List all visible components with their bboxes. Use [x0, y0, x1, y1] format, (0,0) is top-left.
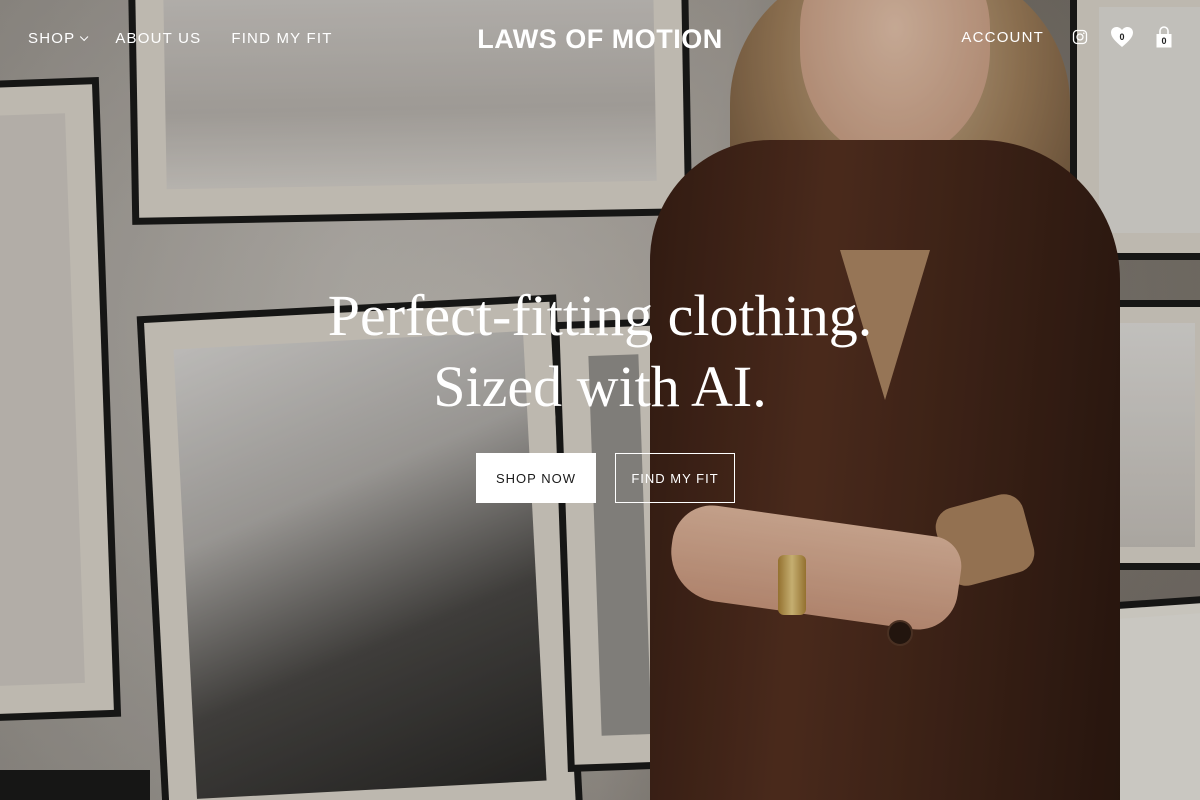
shop-now-button[interactable]: SHOP NOW: [476, 453, 596, 503]
instagram-icon[interactable]: [1072, 29, 1088, 45]
cart-button[interactable]: 0: [1156, 26, 1172, 48]
hero-headline: Perfect-fitting clothing. Sized with AI.: [327, 283, 873, 419]
find-my-fit-button[interactable]: FIND MY FIT: [615, 453, 735, 503]
wishlist-button[interactable]: 0: [1110, 26, 1134, 48]
hero-section: Perfect-fitting clothing. Sized with AI.…: [0, 280, 1200, 503]
hero-cta-group: SHOP NOW FIND MY FIT: [476, 453, 735, 503]
site-header: SHOP ABOUT US FIND MY FIT LAWS OF MOTION…: [0, 0, 1200, 80]
utility-nav: ACCOUNT 0 0: [961, 26, 1172, 48]
account-link[interactable]: ACCOUNT: [961, 29, 1044, 46]
cart-count: 0: [1161, 36, 1167, 46]
wishlist-count: 0: [1119, 32, 1125, 42]
